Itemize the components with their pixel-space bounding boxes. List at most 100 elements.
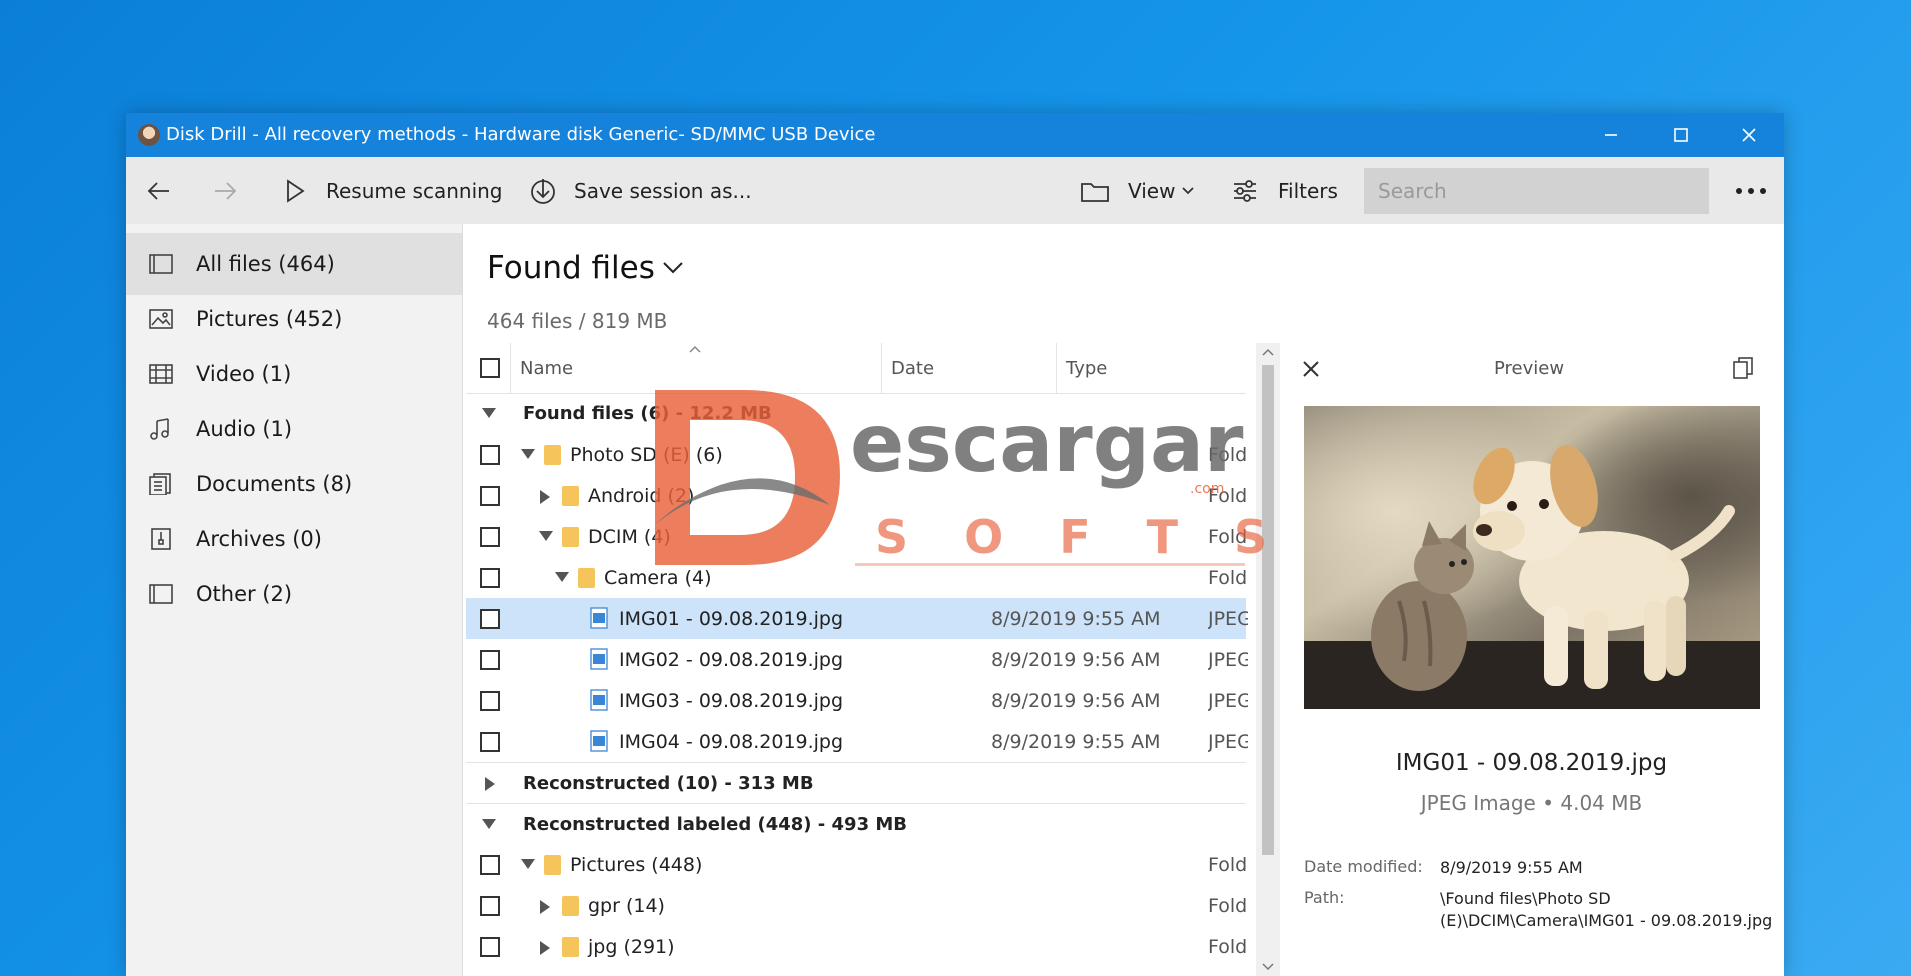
save-session-button[interactable]: Save session as... — [530, 157, 752, 224]
chevron-down-icon[interactable] — [662, 261, 684, 275]
row-checkbox[interactable] — [480, 937, 500, 957]
collapse-icon[interactable] — [538, 530, 554, 542]
filters-button[interactable]: Filters — [1232, 157, 1338, 224]
sidebar-item-other[interactable]: Other (2) — [126, 563, 462, 625]
table-row[interactable]: Camera (4) Folder — [466, 557, 1248, 598]
file-name: IMG04 - 09.08.2019.jpg — [619, 730, 844, 753]
group-row[interactable]: Found files (6) - 12.2 MB — [466, 393, 1246, 434]
close-preview-icon[interactable] — [1302, 360, 1320, 378]
table-row-selected[interactable]: IMG01 - 09.08.2019.jpg 8/9/2019 9:55 AM … — [466, 598, 1248, 639]
sort-ascending-icon — [689, 345, 701, 353]
resume-scanning-button[interactable]: Resume scanning — [284, 157, 503, 224]
row-checkbox[interactable] — [480, 609, 500, 629]
row-checkbox[interactable] — [480, 486, 500, 506]
column-name[interactable]: Name — [520, 343, 573, 393]
copy-icon[interactable] — [1732, 356, 1754, 380]
file-name: DCIM (4) — [588, 525, 671, 548]
other-icon — [148, 583, 174, 605]
image-file-icon — [590, 689, 608, 711]
toolbar: Resume scanning Save session as... View … — [126, 157, 1784, 224]
folder-icon — [562, 486, 579, 506]
table-row[interactable]: IMG03 - 09.08.2019.jpg 8/9/2019 9:56 AM … — [466, 680, 1248, 721]
page-title: Found files — [487, 250, 655, 286]
all-files-icon — [148, 253, 174, 275]
select-all-checkbox[interactable] — [480, 358, 500, 378]
preview-panel: Preview IMG01 - 09.08.2019.jpg JPEG Imag… — [1284, 343, 1784, 976]
file-name: Camera (4) — [604, 566, 712, 589]
view-menu-button[interactable]: View — [1080, 157, 1195, 224]
row-checkbox[interactable] — [480, 568, 500, 588]
scroll-up-icon[interactable] — [1262, 348, 1274, 356]
more-options-button[interactable] — [1734, 157, 1768, 224]
sidebar-item-audio[interactable]: Audio (1) — [126, 398, 462, 460]
forward-button[interactable] — [212, 157, 238, 224]
column-type[interactable]: Type — [1066, 343, 1107, 393]
folder-outline-icon — [1081, 182, 1109, 202]
collapse-icon[interactable] — [554, 571, 570, 583]
view-label: View — [1128, 178, 1176, 203]
table-row[interactable]: IMG02 - 09.08.2019.jpg 8/9/2019 9:56 AM … — [466, 639, 1248, 680]
group-row[interactable]: Reconstructed labeled (448) - 493 MB — [466, 803, 1246, 845]
expand-icon[interactable] — [539, 899, 551, 915]
app-window: Disk Drill - All recovery methods - Hard… — [126, 113, 1784, 976]
back-button[interactable] — [146, 157, 172, 224]
sidebar-item-label: Video (1) — [196, 362, 292, 386]
table-row[interactable]: gpr (14) Folder — [466, 885, 1248, 926]
row-checkbox[interactable] — [480, 691, 500, 711]
sidebar-item-label: Documents (8) — [196, 472, 353, 496]
folder-icon — [562, 527, 579, 547]
date-modified-value: 8/9/2019 9:55 AM — [1440, 858, 1583, 877]
row-checkbox[interactable] — [480, 732, 500, 752]
row-checkbox[interactable] — [480, 650, 500, 670]
table-row[interactable]: Photo SD (E) (6) Folder — [466, 434, 1248, 475]
group-row[interactable]: Reconstructed (10) - 313 MB — [466, 762, 1246, 804]
maximize-button[interactable] — [1646, 113, 1716, 157]
group-label: Reconstructed (10) - 313 MB — [523, 773, 814, 794]
sidebar-item-pictures[interactable]: Pictures (452) — [126, 288, 462, 350]
column-date[interactable]: Date — [891, 343, 934, 393]
file-date: 8/9/2019 9:56 AM — [991, 648, 1161, 671]
row-checkbox[interactable] — [480, 896, 500, 916]
collapse-icon[interactable] — [481, 407, 497, 419]
file-type: Folder — [1208, 894, 1248, 917]
path-value: \Found files\Photo SD (E)\DCIM\Camera\IM… — [1440, 889, 1773, 930]
scrollbar-thumb[interactable] — [1262, 365, 1274, 855]
column-name-label: Name — [520, 357, 574, 379]
sidebar-item-documents[interactable]: Documents (8) — [126, 453, 462, 515]
table-row[interactable]: DCIM (4) Folder — [466, 516, 1248, 557]
table-row[interactable]: jpg (291) Folder — [466, 926, 1248, 967]
close-window-button[interactable] — [1714, 113, 1784, 157]
sidebar-item-all-files[interactable]: All files (464) — [126, 233, 462, 295]
app-logo-icon — [138, 124, 160, 146]
row-checkbox[interactable] — [480, 527, 500, 547]
file-list-scrollbar[interactable] — [1256, 343, 1280, 976]
collapse-icon[interactable] — [481, 818, 497, 830]
row-checkbox[interactable] — [480, 855, 500, 875]
file-type: Folder — [1208, 484, 1248, 507]
preview-file-name: IMG01 - 09.08.2019.jpg — [1395, 750, 1668, 776]
expand-icon[interactable] — [484, 776, 496, 792]
close-icon — [1742, 128, 1756, 142]
file-name: jpg (291) — [588, 935, 675, 958]
file-type: JPEG Image — [1208, 689, 1248, 712]
search-input[interactable] — [1364, 168, 1709, 214]
sidebar-item-archives[interactable]: Archives (0) — [126, 508, 462, 570]
more-dots-icon — [1736, 187, 1766, 194]
filters-label: Filters — [1278, 178, 1338, 203]
minimize-button[interactable] — [1576, 113, 1646, 157]
table-row[interactable]: IMG04 - 09.08.2019.jpg 8/9/2019 9:55 AM … — [466, 721, 1248, 762]
table-row[interactable]: Pictures (448) Folder — [466, 844, 1248, 885]
folder-icon — [578, 568, 595, 588]
expand-icon[interactable] — [539, 489, 551, 505]
file-list: Name Date Type Found files (6) - 12.2 MB… — [466, 343, 1266, 976]
resume-scanning-label: Resume scanning — [326, 178, 503, 203]
collapse-icon[interactable] — [520, 858, 536, 870]
scroll-down-icon[interactable] — [1262, 963, 1274, 971]
sidebar-item-video[interactable]: Video (1) — [126, 343, 462, 405]
table-row[interactable]: Android (2) Folder — [466, 475, 1248, 516]
row-checkbox[interactable] — [480, 445, 500, 465]
audio-icon — [148, 418, 174, 440]
play-icon — [287, 178, 305, 203]
collapse-icon[interactable] — [520, 448, 536, 460]
expand-icon[interactable] — [539, 940, 551, 956]
